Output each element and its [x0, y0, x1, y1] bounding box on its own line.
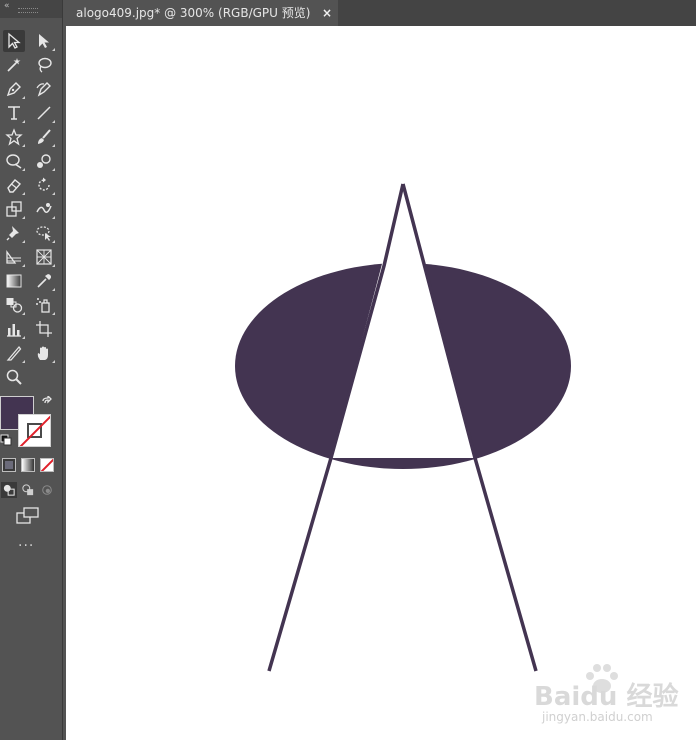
none-slash-icon [19, 415, 50, 446]
star-icon [5, 128, 23, 146]
warp-tool-button[interactable] [33, 198, 55, 220]
draw-inside-icon [42, 485, 52, 495]
none-mode-button[interactable] [40, 458, 54, 472]
blob-brush-icon [37, 154, 51, 168]
zoom-tool-button[interactable] [3, 366, 25, 388]
blend-tool-button[interactable] [3, 294, 25, 316]
artboard-tool-button[interactable] [33, 318, 55, 340]
type-t-icon [8, 106, 20, 120]
hand-tool-button[interactable] [33, 342, 55, 364]
tools-panel: « ... [0, 0, 63, 740]
magic-wand-tool-button[interactable] [3, 54, 25, 76]
slice-tool-button[interactable] [3, 342, 25, 364]
swap-fill-stroke-icon[interactable] [40, 396, 54, 410]
artboard-icon [36, 321, 52, 337]
lasso-icon [38, 57, 52, 73]
pen-tool-button[interactable] [3, 78, 25, 100]
eyedropper-tool-button[interactable] [33, 270, 55, 292]
shape-builder-icon [6, 250, 21, 264]
curvature-tool-button[interactable] [33, 78, 55, 100]
document-tab-title: alogo409.jpg* @ 300% (RGB/GPU 预览) [76, 6, 311, 20]
direct-selection-arrow-icon [39, 34, 49, 48]
zoom-magnifier-icon [6, 369, 22, 385]
rotate-tool-button[interactable] [33, 174, 55, 196]
line-segment-tool-button[interactable] [33, 102, 55, 124]
watermark-site: jingyan.baidu.com [542, 710, 653, 724]
shape-builder-tool-button[interactable] [3, 246, 25, 268]
eraser-icon [7, 179, 22, 193]
scale-icon [6, 201, 22, 217]
watermark-brand: Baidu 经验 [534, 682, 679, 712]
color-mode-row [0, 458, 62, 474]
magic-wand-icon [7, 58, 21, 72]
gradient-mode-button[interactable] [21, 458, 35, 472]
gradient-tool-button[interactable] [3, 270, 25, 292]
color-mode-button[interactable] [2, 458, 16, 472]
screen-mode-icon[interactable] [16, 506, 40, 526]
stroke-color-swatch[interactable] [18, 414, 51, 447]
direct-selection-tool-button[interactable] [33, 30, 55, 52]
warp-icon [36, 203, 52, 213]
blob-brush-tool-button[interactable] [33, 150, 55, 172]
drawing-mode-row [0, 482, 62, 500]
edit-toolbar-more-button[interactable]: ... [18, 535, 40, 550]
shaper-icon [6, 154, 22, 169]
collapse-icon[interactable]: « [4, 1, 10, 11]
line-segment-icon [37, 106, 51, 120]
perspective-grid-icon [36, 249, 52, 265]
artwork [235, 183, 571, 672]
draw-normal-icon [3, 484, 15, 496]
draw-behind-button[interactable] [20, 482, 36, 498]
rotate-icon [38, 177, 50, 191]
artboard-canvas[interactable]: Baidu 经验 jingyan.baidu.com [66, 26, 696, 740]
puppet-warp-tool-button[interactable] [3, 222, 25, 244]
symbol-sprayer-icon [36, 298, 50, 313]
pushpin-icon [6, 226, 19, 241]
baidu-watermark: Baidu 经验 jingyan.baidu.com [534, 662, 694, 732]
selection-tool-button[interactable] [3, 30, 25, 52]
star-tool-button[interactable] [3, 126, 25, 148]
hand-icon [37, 346, 48, 360]
perspective-grid-tool-button[interactable] [33, 246, 55, 268]
draw-normal-button[interactable] [1, 482, 17, 498]
draw-inside-button[interactable] [39, 482, 55, 498]
eyedropper-icon [37, 274, 52, 288]
symbol-sprayer-tool-button[interactable] [33, 294, 55, 316]
column-graph-icon [7, 324, 21, 337]
paintbrush-icon [38, 129, 51, 144]
eraser-tool-button[interactable] [3, 174, 25, 196]
column-graph-tool-button[interactable] [3, 318, 25, 340]
more-tools-label: ... [18, 534, 35, 550]
pen-nib-icon [6, 82, 21, 97]
type-tool-button[interactable] [3, 102, 25, 124]
free-transform-tool-button[interactable] [33, 222, 55, 244]
slice-knife-icon [6, 345, 22, 361]
lasso-tool-button[interactable] [33, 54, 55, 76]
draw-behind-icon [22, 484, 34, 496]
ellipse-shape[interactable] [235, 263, 571, 469]
curvature-pen-icon [36, 82, 51, 97]
scale-tool-button[interactable] [3, 198, 25, 220]
document-tab-bar: alogo409.jpg* @ 300% (RGB/GPU 预览) × [66, 0, 696, 26]
selection-arrow-icon [8, 32, 21, 49]
gradient-icon [6, 274, 22, 288]
grip-dots-icon [18, 8, 38, 13]
close-tab-icon[interactable]: × [322, 0, 332, 26]
document-tab[interactable]: alogo409.jpg* @ 300% (RGB/GPU 预览) × [66, 0, 338, 26]
blend-icon [6, 298, 23, 313]
panel-grip[interactable]: « [0, 0, 62, 18]
paintbrush-tool-button[interactable] [33, 126, 55, 148]
shaper-tool-button[interactable] [3, 150, 25, 172]
free-transform-icon [36, 226, 51, 241]
default-colors-icon[interactable] [0, 434, 12, 446]
